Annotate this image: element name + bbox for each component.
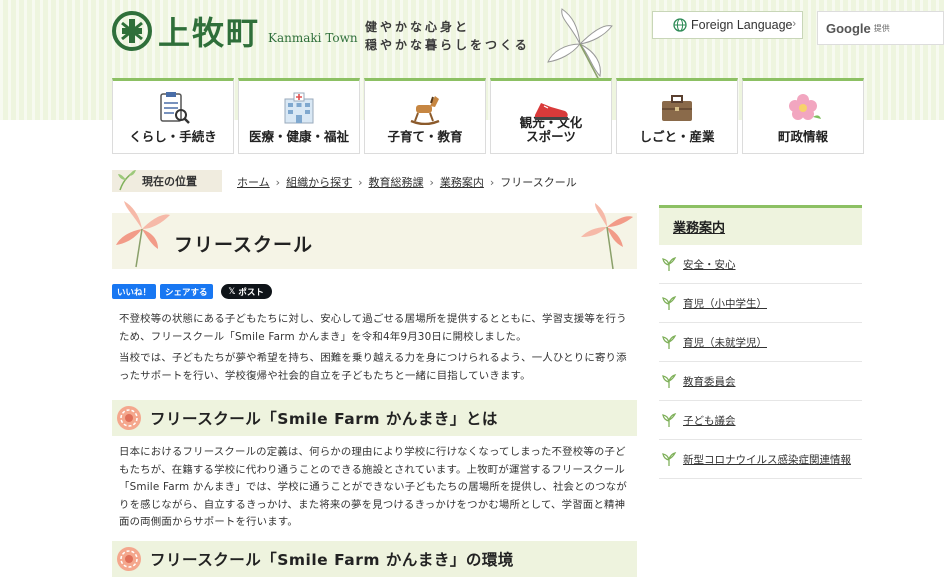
sprout-icon	[662, 374, 677, 388]
nav-label: 医療・健康・福祉	[248, 129, 349, 144]
breadcrumb-education-dept[interactable]: 教育総務課	[368, 174, 423, 190]
breadcrumb-organization[interactable]: 組織から探す	[286, 174, 352, 190]
section-heading-text: フリースクール「Smile Farm かんまき」とは	[150, 410, 498, 428]
site-logo[interactable]: 上牧町 Kanmaki Town	[112, 8, 358, 54]
hospital-icon	[284, 92, 314, 124]
sidebar-item-label[interactable]: 育児（未就学児）	[683, 335, 767, 350]
facebook-like-button[interactable]: いいね！	[112, 284, 157, 299]
chevron-right-icon: ›	[489, 175, 495, 189]
sidebar-item-label[interactable]: 育児（小中学生）	[683, 296, 767, 311]
nav-label: 子育て・教育	[387, 129, 463, 144]
leaf-icon	[118, 170, 136, 191]
nav-item-work[interactable]: しごと・産業	[616, 78, 738, 154]
logo-english: Kanmaki Town	[268, 31, 358, 45]
google-search-box[interactable]: Google 提供	[817, 11, 944, 45]
intro-paragraph-2: 当校では、子どもたちが夢や希望を持ち、困難を乗り越える力を身につけられるよう、一…	[119, 352, 627, 382]
tagline-line-2: 穏やかな暮らしをつくる	[365, 38, 530, 52]
section-heading-text: フリースクール「Smile Farm かんまき」の環境	[150, 551, 514, 569]
current-location-text: 現在の位置	[142, 175, 197, 188]
nav-item-childcare[interactable]: 子育て・教育	[364, 78, 486, 154]
sneaker-icon	[535, 103, 568, 120]
breadcrumb-home[interactable]: ホーム	[237, 174, 270, 190]
logo-japanese: 上牧町	[158, 14, 261, 52]
sidebar-item-covid[interactable]: 新型コロナウイルス感染症関連情報	[659, 440, 862, 479]
lily-flower-icon	[116, 201, 170, 268]
google-label: Google	[826, 20, 871, 36]
breadcrumb: ホーム › 組織から探す › 教育総務課 › 業務案内 › フリースクール	[237, 174, 577, 190]
facebook-share-button[interactable]: シェアする	[160, 284, 213, 299]
section-heading-environment: フリースクール「Smile Farm かんまき」の環境	[112, 541, 637, 577]
nav-label: しごと・産業	[639, 129, 715, 144]
sprout-icon	[662, 452, 677, 466]
chevron-right-icon: ›	[792, 18, 796, 30]
chevron-right-icon: ›	[358, 175, 363, 189]
lily-flower-icon	[581, 203, 633, 270]
clipboard-icon	[160, 92, 190, 124]
nav-item-tourism[interactable]: 観光・文化 スポーツ	[490, 78, 612, 154]
tagline-line-1: 健やかな心身と	[365, 20, 471, 34]
flower-bullet-icon	[117, 406, 141, 430]
chevron-right-icon: ›	[275, 175, 281, 189]
page-title: フリースクール	[174, 234, 314, 256]
foreign-language-button[interactable]: Foreign Language ›	[652, 11, 803, 39]
sidebar: 業務案内 安全・安心 育児（小中学生） 育児（未就学児） 教育委員会 子ども議会…	[659, 205, 862, 479]
section-heading-about: フリースクール「Smile Farm かんまき」とは	[112, 400, 637, 436]
sidebar-item-label[interactable]: 安全・安心	[683, 257, 736, 272]
google-provided-label: 提供	[873, 23, 890, 33]
chevron-right-icon: ›	[429, 175, 434, 189]
global-nav: くらし・手続き 医療・健康・福祉 子育て・教育 観光・文化 スポーツ しごと・産…	[112, 78, 864, 154]
rocking-horse-icon	[410, 96, 440, 125]
sidebar-heading-text: 業務案内	[673, 221, 726, 236]
sprout-icon	[662, 335, 677, 349]
tagline: 健やかな心身と 穏やかな暮らしをつくる	[365, 18, 530, 54]
lily-illustration-icon	[547, 8, 613, 83]
sidebar-item-board-of-education[interactable]: 教育委員会	[659, 362, 862, 401]
sidebar-heading[interactable]: 業務案内	[659, 205, 862, 245]
sidebar-item-children-assembly[interactable]: 子ども議会	[659, 401, 862, 440]
sprout-icon	[662, 413, 677, 427]
x-post-button[interactable]: 𝕏 ポスト	[220, 284, 272, 299]
breadcrumb-services[interactable]: 業務案内	[440, 174, 484, 190]
nav-label: くらし・手続き	[129, 129, 217, 144]
sidebar-item-label[interactable]: 子ども議会	[683, 413, 736, 428]
sidebar-item-childcare-preschool[interactable]: 育児（未就学児）	[659, 323, 862, 362]
foreign-language-label: Foreign Language	[691, 18, 793, 32]
sidebar-item-safety[interactable]: 安全・安心	[659, 245, 862, 284]
nav-label: 町政情報	[777, 129, 828, 144]
breadcrumb-current: フリースクール	[500, 176, 577, 189]
globe-icon	[673, 18, 687, 32]
page-title-box: フリースクール	[112, 201, 637, 270]
sprout-icon	[662, 296, 677, 310]
flower-bullet-icon	[117, 547, 141, 571]
flower-icon	[789, 94, 821, 120]
x-post-label: ポスト	[238, 287, 264, 298]
sprout-icon	[662, 257, 677, 271]
nav-item-government[interactable]: 町政情報	[742, 78, 864, 154]
town-emblem-icon	[112, 11, 152, 51]
sidebar-item-label[interactable]: 教育委員会	[683, 374, 736, 389]
intro-paragraph-1: 不登校等の状態にある子どもたちに対し、安心して過ごせる居場所を提供するとともに、…	[119, 313, 627, 343]
social-buttons: いいね！ シェアする 𝕏 ポスト	[112, 284, 272, 299]
nav-item-living[interactable]: くらし・手続き	[112, 78, 234, 154]
x-logo-icon: 𝕏	[228, 286, 236, 297]
briefcase-icon	[662, 95, 692, 121]
sidebar-item-label[interactable]: 新型コロナウイルス感染症関連情報	[683, 452, 851, 467]
current-location-label: 現在の位置	[112, 170, 222, 192]
sidebar-item-childcare-school[interactable]: 育児（小中学生）	[659, 284, 862, 323]
about-paragraph: 日本におけるフリースクールの定義は、何らかの理由により学校に行けなくなってしまっ…	[119, 446, 627, 528]
nav-item-health[interactable]: 医療・健康・福祉	[238, 78, 360, 154]
